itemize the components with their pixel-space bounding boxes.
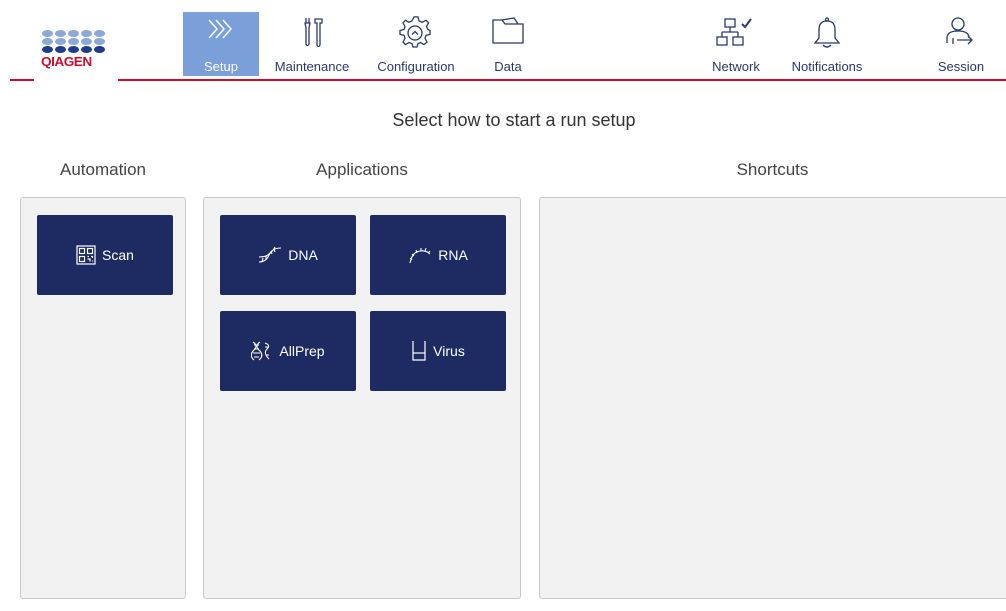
- shortcuts-panel: [539, 197, 1006, 599]
- header-divider: [118, 79, 1006, 81]
- qiagen-logo: QIAGEN: [38, 30, 124, 90]
- applications-heading: Applications: [316, 160, 408, 179]
- logo-dots: [42, 30, 124, 53]
- scan-button-label: Scan: [102, 247, 134, 263]
- dna-button[interactable]: DNA: [220, 215, 356, 295]
- bell-icon: [812, 16, 842, 55]
- dna-icon: [258, 246, 282, 264]
- nav-maintenance-label: Maintenance: [274, 59, 350, 74]
- nav-data[interactable]: Data: [482, 12, 534, 76]
- virus-button-label: Virus: [433, 343, 465, 359]
- top-bar: QIAGEN Setup Maintenance Configuration D…: [0, 0, 1006, 82]
- rna-icon: [408, 246, 432, 264]
- nav-network[interactable]: Network: [704, 12, 768, 76]
- nav-session-label: Session: [937, 59, 985, 74]
- nav-notifications-label: Notifications: [791, 59, 863, 74]
- nav-setup-label: Setup: [204, 59, 238, 74]
- page-title: Select how to start a run setup: [392, 110, 636, 130]
- nav-setup[interactable]: Setup: [183, 12, 259, 76]
- allprep-button-label: AllPrep: [279, 343, 325, 359]
- nav-configuration-label: Configuration: [377, 59, 455, 74]
- chevrons-right-icon: [203, 16, 239, 47]
- tube-icon: [411, 340, 427, 362]
- allprep-button[interactable]: AllPrep: [220, 311, 356, 391]
- shortcuts-heading: Shortcuts: [736, 160, 809, 179]
- applications-panel: DNA RNA AllPrep Virus: [203, 197, 521, 599]
- scan-button[interactable]: Scan: [37, 215, 173, 295]
- allprep-icon: [251, 341, 273, 361]
- automation-panel: Scan: [20, 197, 186, 599]
- nav-network-label: Network: [712, 59, 760, 74]
- nav-maintenance[interactable]: Maintenance: [266, 12, 358, 76]
- logo-wordmark: QIAGEN: [41, 54, 92, 69]
- rna-button-label: RNA: [438, 247, 468, 263]
- folder-icon: [490, 16, 526, 51]
- header-divider-left: [10, 79, 34, 81]
- gear-icon: [399, 16, 433, 55]
- tools-icon: [297, 16, 327, 55]
- nav-configuration[interactable]: Configuration: [366, 12, 466, 76]
- nav-session[interactable]: Session: [930, 12, 992, 76]
- nav-data-label: Data: [494, 59, 522, 74]
- automation-heading: Automation: [60, 160, 146, 179]
- qr-code-icon: [76, 245, 96, 265]
- user-logout-icon: [944, 16, 978, 55]
- nav-notifications[interactable]: Notifications: [780, 12, 874, 76]
- rna-button[interactable]: RNA: [370, 215, 506, 295]
- network-connected-icon: [716, 16, 756, 55]
- dna-button-label: DNA: [288, 247, 318, 263]
- virus-button[interactable]: Virus: [370, 311, 506, 391]
